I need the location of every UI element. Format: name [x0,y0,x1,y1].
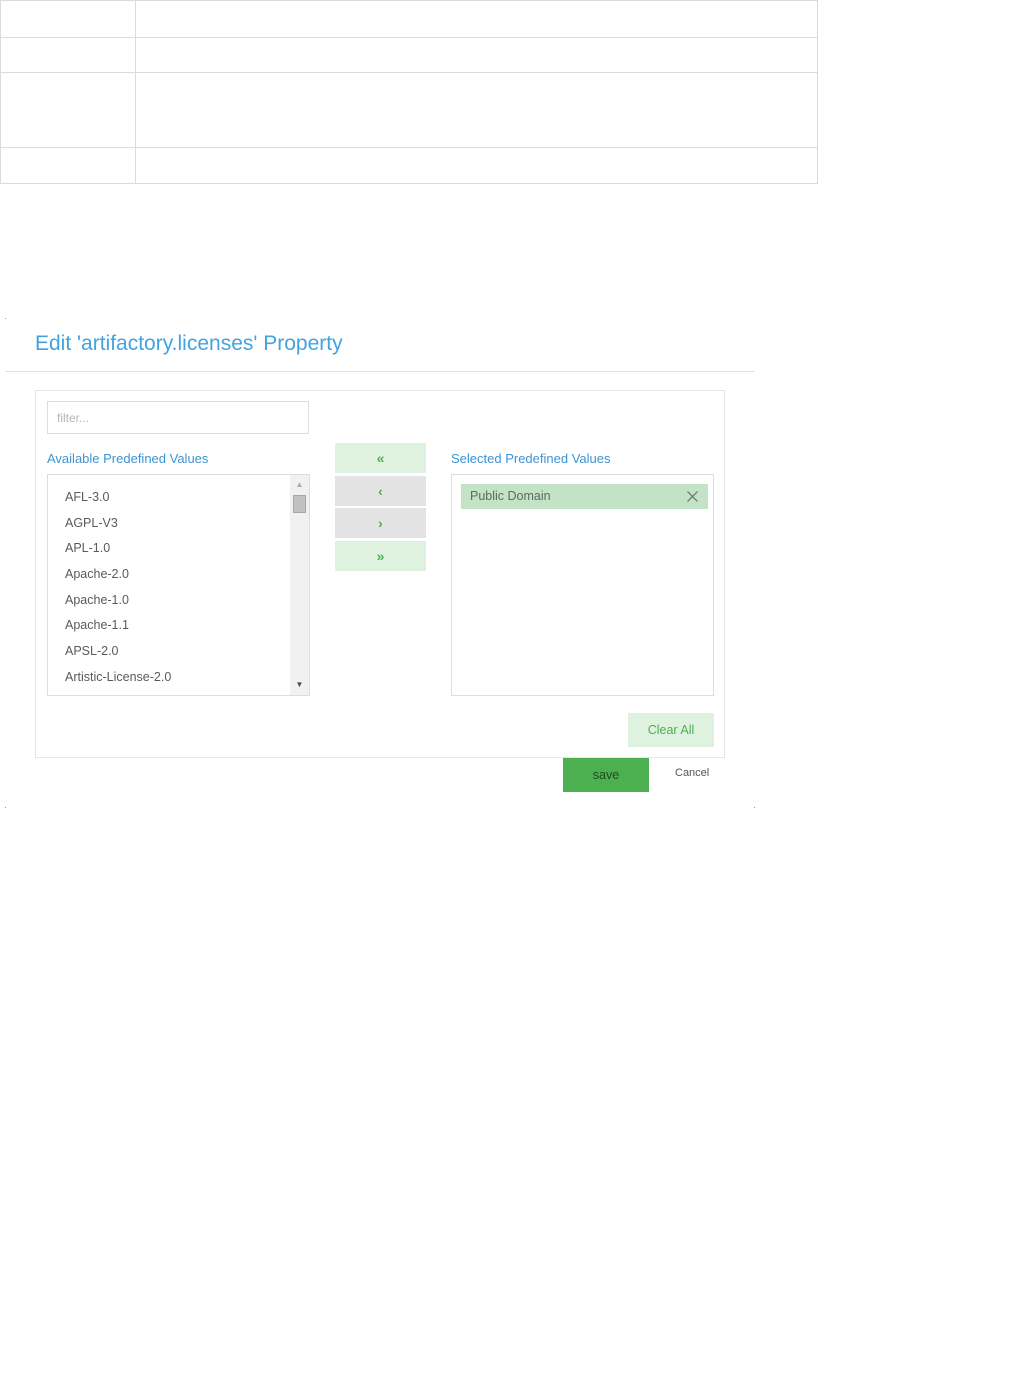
list-item[interactable]: Apache-2.0 [48,562,289,588]
corner-marker [5,807,6,808]
list-item[interactable]: AGPL-V3 [48,511,289,537]
move-all-left-button[interactable]: « [335,443,426,473]
selected-item-label: Public Domain [470,489,551,503]
list-item[interactable]: Apache-1.1 [48,613,289,639]
table-cell [0,72,136,148]
save-button[interactable]: save [563,758,649,792]
title-divider [5,371,755,372]
table-cell [0,37,136,73]
scrollbar[interactable]: ▲ ▼ [290,475,309,695]
scrollbar-thumb[interactable] [293,495,306,513]
corner-marker [754,807,755,808]
dialog-title: Edit 'artifactory.licenses' Property [35,332,343,355]
list-item[interactable]: APSL-2.0 [48,639,289,665]
move-left-button[interactable]: ‹ [335,476,426,506]
table-cell [135,147,818,184]
selected-values-list[interactable]: Public Domain [451,474,714,696]
list-item[interactable]: APL-1.0 [48,536,289,562]
cancel-button[interactable]: Cancel [675,767,709,779]
clear-all-button[interactable]: Clear All [628,713,714,747]
available-values-label: Available Predefined Values [47,451,209,466]
dual-list-panel: Available Predefined Values Selected Pre… [35,390,725,758]
selected-list-item[interactable]: Public Domain [461,484,708,509]
list-item[interactable]: Apache-1.0 [48,588,289,614]
corner-marker [5,318,6,319]
selected-values-label: Selected Predefined Values [451,451,611,466]
arrow-down-icon[interactable]: ▼ [290,677,309,693]
table-cell [135,37,818,73]
move-all-right-button[interactable]: » [335,541,426,571]
close-icon[interactable] [686,490,699,503]
table-cell [0,147,136,184]
table-cell [135,72,818,148]
table-cell [135,0,818,38]
list-item[interactable]: Artistic-License-2.0 [48,665,289,691]
arrow-up-icon[interactable]: ▲ [290,477,309,493]
list-item[interactable]: AFL-3.0 [48,485,289,511]
move-right-button[interactable]: › [335,508,426,538]
empty-table [0,0,818,184]
edit-property-dialog: Edit 'artifactory.licenses' Property Ava… [5,318,755,808]
available-values-list[interactable]: AFL-3.0 AGPL-V3 APL-1.0 Apache-2.0 Apach… [47,474,310,696]
filter-input[interactable] [47,401,309,434]
table-cell [0,0,136,38]
